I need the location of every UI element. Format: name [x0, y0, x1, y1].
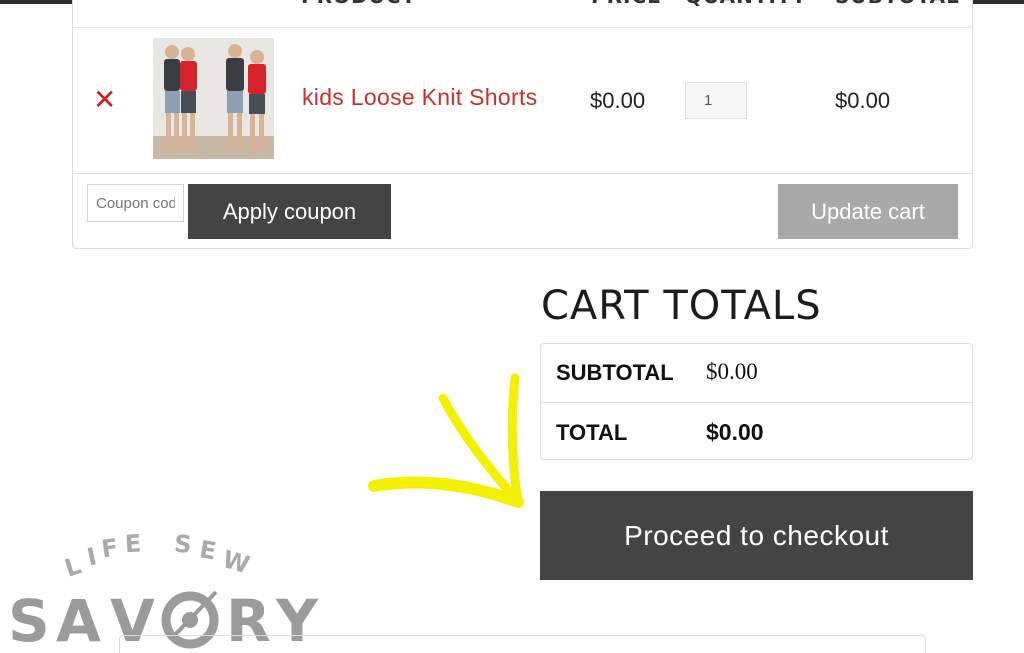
- quantity-input[interactable]: [685, 82, 747, 119]
- totals-divider: [541, 402, 972, 403]
- remove-item-button[interactable]: ✕: [93, 86, 116, 114]
- svg-text:L: L: [61, 551, 84, 582]
- svg-text:A: A: [56, 587, 101, 653]
- svg-text:E: E: [124, 529, 142, 558]
- product-name-link[interactable]: kids Loose Knit Shorts: [302, 84, 537, 111]
- svg-text:W: W: [219, 545, 252, 579]
- update-cart-button[interactable]: Update cart: [778, 184, 958, 239]
- proceed-to-checkout-button[interactable]: Proceed to checkout: [540, 491, 973, 580]
- row-divider: [73, 173, 972, 174]
- hand-drawn-arrow-icon: [368, 373, 524, 508]
- coupon-code-input[interactable]: [87, 184, 184, 222]
- column-header-quantity: QUANTITY: [685, 0, 807, 8]
- item-subtotal: $0.00: [835, 88, 891, 113]
- svg-text:F: F: [100, 533, 120, 563]
- cart-totals-heading: CART TOTALS: [541, 283, 822, 329]
- cart-table: PRODUCT PRICE QUANTITY SUBTOTAL ✕: [72, 0, 973, 249]
- total-value: $0.00: [706, 419, 764, 445]
- svg-text:S: S: [8, 587, 50, 653]
- subtotal-label: SUBTOTAL: [556, 360, 674, 385]
- svg-text:E: E: [197, 535, 218, 565]
- svg-text:S: S: [173, 530, 193, 559]
- column-header-product: PRODUCT: [301, 0, 416, 8]
- item-price: $0.00: [590, 88, 646, 113]
- subtotal-value: $0.00: [706, 359, 758, 384]
- column-header-price: PRICE: [591, 0, 662, 8]
- apply-coupon-button[interactable]: Apply coupon: [188, 184, 391, 239]
- bottom-panel: [119, 635, 926, 653]
- column-header-subtotal: SUBTOTAL: [835, 0, 960, 8]
- svg-text:I: I: [85, 542, 100, 571]
- life-sew-savory-logo: L I F E S E W S A V R Y: [8, 529, 319, 653]
- header-divider: [73, 27, 972, 28]
- total-label: TOTAL: [556, 420, 628, 445]
- product-thumbnail[interactable]: [153, 38, 274, 159]
- cart-totals-table: SUBTOTAL $0.00 TOTAL $0.00: [540, 343, 973, 460]
- product-photo-image: [153, 38, 274, 159]
